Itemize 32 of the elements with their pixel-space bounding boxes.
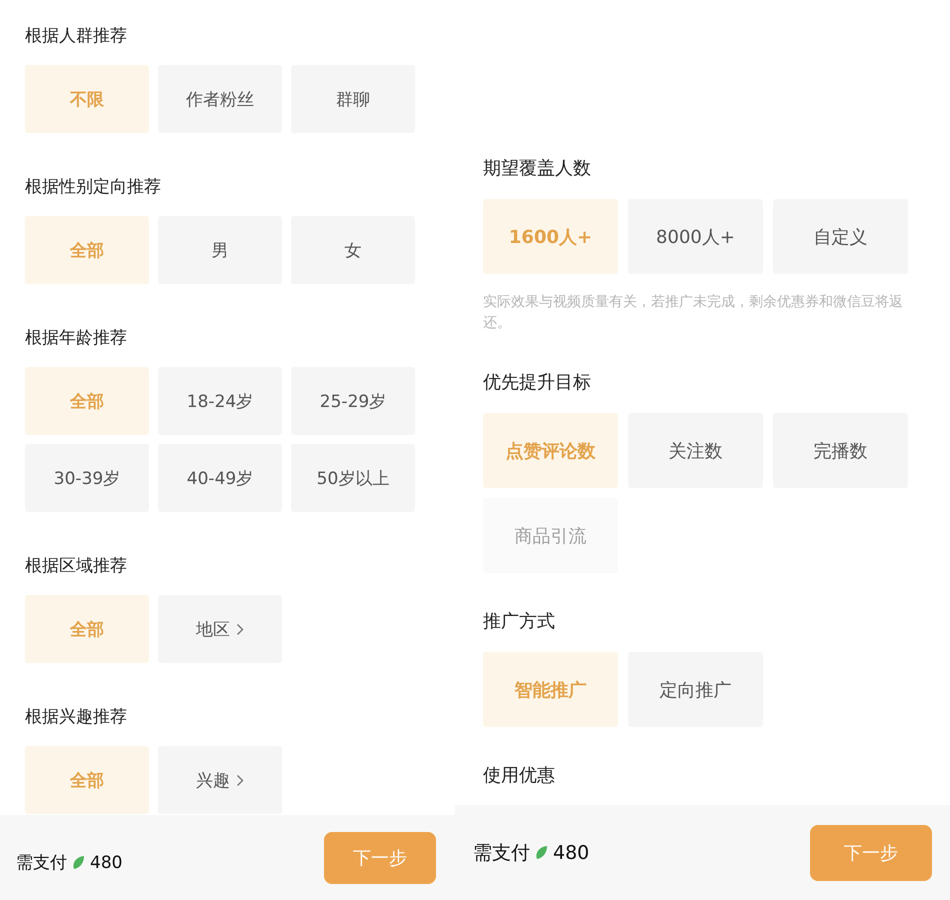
option-button[interactable]: 定向推广 [628, 652, 763, 727]
option-button[interactable]: 50岁以上 [291, 444, 415, 512]
leaf-icon [535, 845, 548, 860]
payment-amount: 480 [553, 842, 590, 864]
section-title: 期望覆盖人数 [483, 158, 592, 180]
option-button[interactable]: 男 [158, 216, 282, 284]
option-button[interactable]: 群聊 [291, 65, 415, 133]
option-button[interactable]: 作者粉丝 [158, 65, 282, 133]
option-button[interactable]: 关注数 [628, 413, 763, 488]
option-button[interactable]: 完播数 [773, 413, 908, 488]
option-button[interactable]: 8000人+ [628, 199, 763, 274]
section-title: 推广方式 [483, 611, 556, 633]
section-title: 根据区域推荐 [25, 555, 128, 577]
payment-label: 需支付 [473, 840, 530, 866]
section-title: 优先提升目标 [483, 372, 592, 394]
section-title: 根据年龄推荐 [25, 327, 128, 349]
leaf-icon [72, 855, 85, 870]
option-button[interactable]: 女 [291, 216, 415, 284]
option-button[interactable]: 30-39岁 [25, 444, 149, 512]
payment-amount: 480 [90, 852, 122, 872]
option-button[interactable]: 自定义 [773, 199, 908, 274]
option-button[interactable]: 25-29岁 [291, 367, 415, 435]
section-title: 根据性别定向推荐 [25, 176, 162, 198]
section-title: 根据人群推荐 [25, 25, 128, 47]
section-title: 根据兴趣推荐 [25, 706, 128, 728]
option-button[interactable]: 18-24岁 [158, 367, 282, 435]
option-button[interactable]: 地区 [158, 595, 282, 663]
section-title: 使用优惠 [483, 765, 556, 787]
option-button[interactable]: 兴趣 [158, 746, 282, 814]
hint-text: 实际效果与视频质量有关，若推广未完成，剩余优惠券和微信豆将返还。 [483, 293, 904, 333]
payment-label: 需支付 [16, 852, 67, 874]
option-button[interactable]: 40-49岁 [158, 444, 282, 512]
